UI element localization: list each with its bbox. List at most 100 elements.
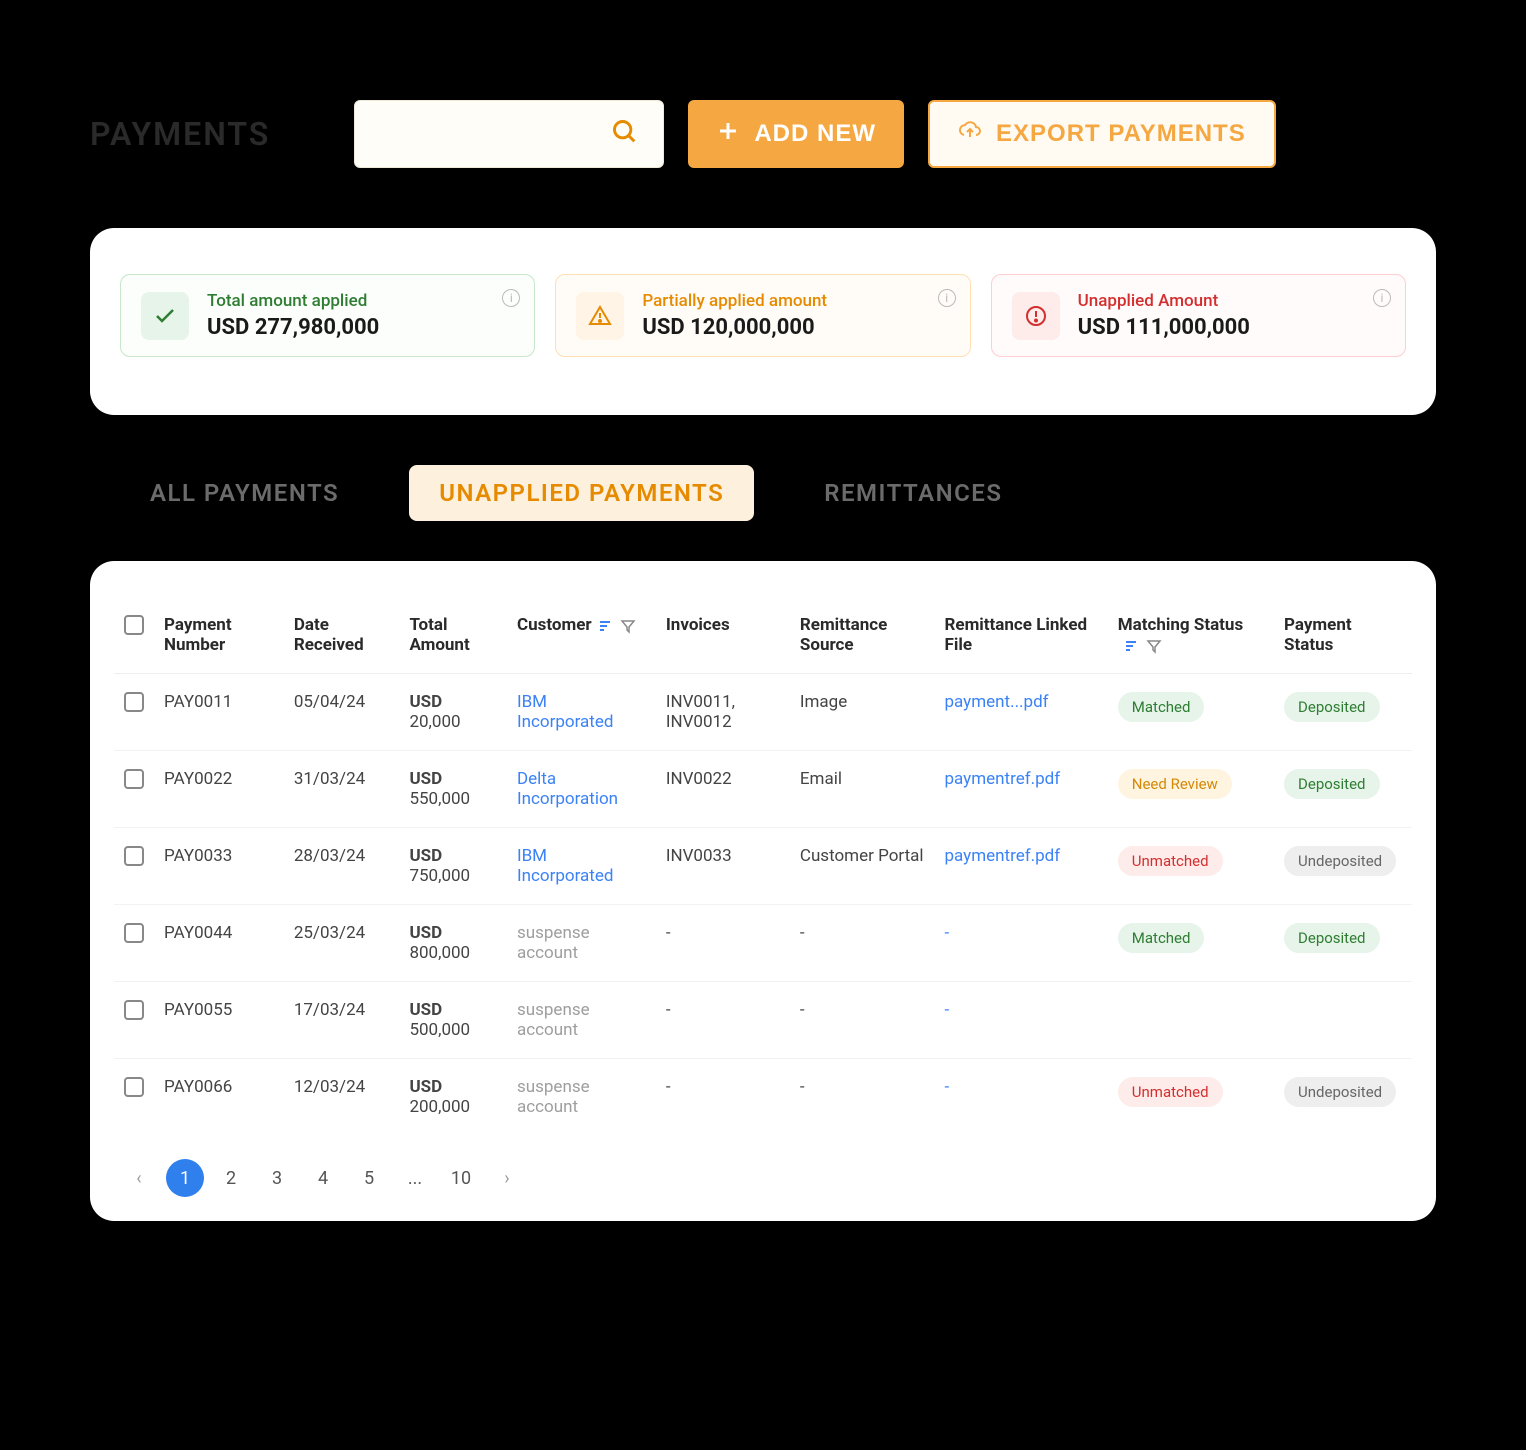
customer-cell[interactable]: Delta Incorporation bbox=[507, 751, 656, 828]
remittance-file[interactable]: - bbox=[935, 982, 1108, 1059]
remittance-source: - bbox=[790, 1059, 935, 1136]
date-received: 05/04/24 bbox=[284, 674, 400, 751]
info-icon[interactable]: i bbox=[502, 289, 520, 307]
column-header[interactable]: Total Amount bbox=[399, 597, 507, 674]
remittance-file[interactable]: - bbox=[935, 905, 1108, 982]
tabs: ALL PAYMENTS UNAPPLIED PAYMENTS REMITTANCE… bbox=[90, 465, 1436, 521]
next-page-button[interactable]: › bbox=[488, 1159, 526, 1197]
stat-label: Partially applied amount bbox=[642, 291, 827, 311]
info-icon[interactable]: i bbox=[938, 289, 956, 307]
remittance-source: - bbox=[790, 905, 935, 982]
payment-status: Undeposited bbox=[1274, 1059, 1412, 1136]
plus-icon bbox=[716, 119, 740, 150]
payment-status: Deposited bbox=[1274, 674, 1412, 751]
table-row: PAY001105/04/24USD 20,000IBM Incorporate… bbox=[114, 674, 1412, 751]
column-header[interactable]: Invoices bbox=[656, 597, 790, 674]
column-header[interactable]: Customer bbox=[507, 597, 656, 674]
page-3[interactable]: 3 bbox=[258, 1159, 296, 1197]
page-2[interactable]: 2 bbox=[212, 1159, 250, 1197]
row-checkbox[interactable] bbox=[124, 846, 144, 866]
customer-cell: suspense account bbox=[507, 1059, 656, 1136]
sort-icon[interactable] bbox=[1124, 638, 1140, 654]
cloud-upload-icon bbox=[958, 119, 982, 150]
column-header[interactable]: Remittance Source bbox=[790, 597, 935, 674]
remittance-source: - bbox=[790, 982, 935, 1059]
info-icon[interactable]: i bbox=[1373, 289, 1391, 307]
remittance-source: Customer Portal bbox=[790, 828, 935, 905]
customer-cell: suspense account bbox=[507, 905, 656, 982]
remittance-source: Image bbox=[790, 674, 935, 751]
chevron-right-icon: › bbox=[504, 1168, 509, 1189]
matching-status bbox=[1108, 982, 1274, 1059]
row-checkbox[interactable] bbox=[124, 692, 144, 712]
table-row: PAY002231/03/24USD 550,000Delta Incorpor… bbox=[114, 751, 1412, 828]
payment-number: PAY0033 bbox=[154, 828, 284, 905]
remittance-file[interactable]: - bbox=[935, 1059, 1108, 1136]
date-received: 12/03/24 bbox=[284, 1059, 400, 1136]
payment-number: PAY0022 bbox=[154, 751, 284, 828]
page-4[interactable]: 4 bbox=[304, 1159, 342, 1197]
matching-status: Unmatched bbox=[1108, 1059, 1274, 1136]
table-row: PAY004425/03/24USD 800,000suspense accou… bbox=[114, 905, 1412, 982]
remittance-file[interactable]: paymentref.pdf bbox=[935, 828, 1108, 905]
column-header[interactable]: Matching Status bbox=[1108, 597, 1274, 674]
payment-status: Deposited bbox=[1274, 905, 1412, 982]
page-ellipsis: ... bbox=[396, 1159, 434, 1197]
filter-icon[interactable] bbox=[1146, 638, 1162, 654]
remittance-file[interactable]: paymentref.pdf bbox=[935, 751, 1108, 828]
customer-cell[interactable]: IBM Incorporated bbox=[507, 828, 656, 905]
column-header[interactable]: Remittance Linked File bbox=[935, 597, 1108, 674]
date-received: 25/03/24 bbox=[284, 905, 400, 982]
row-checkbox[interactable] bbox=[124, 1000, 144, 1020]
stat-card-red: Unapplied AmountUSD 111,000,000i bbox=[991, 274, 1406, 357]
invoices-cell: INV0033 bbox=[656, 828, 790, 905]
tab-remittances[interactable]: REMITTANCES bbox=[794, 465, 1032, 521]
search-input[interactable] bbox=[354, 100, 664, 168]
payment-number: PAY0055 bbox=[154, 982, 284, 1059]
prev-page-button[interactable]: ‹ bbox=[120, 1159, 158, 1197]
customer-cell: suspense account bbox=[507, 982, 656, 1059]
payments-table-panel: Payment NumberDate ReceivedTotal AmountC… bbox=[90, 561, 1436, 1221]
row-checkbox[interactable] bbox=[124, 769, 144, 789]
payment-status bbox=[1274, 982, 1412, 1059]
remittance-source: Email bbox=[790, 751, 935, 828]
column-header[interactable]: Date Received bbox=[284, 597, 400, 674]
add-new-button[interactable]: ADD NEW bbox=[688, 100, 904, 168]
matching-status: Unmatched bbox=[1108, 828, 1274, 905]
chevron-left-icon: ‹ bbox=[136, 1168, 141, 1189]
warning-icon bbox=[576, 292, 624, 340]
table-row: PAY003328/03/24USD 750,000IBM Incorporat… bbox=[114, 828, 1412, 905]
filter-icon[interactable] bbox=[620, 618, 636, 634]
page-10[interactable]: 10 bbox=[442, 1159, 480, 1197]
column-header[interactable]: Payment Number bbox=[154, 597, 284, 674]
customer-cell[interactable]: IBM Incorporated bbox=[507, 674, 656, 751]
sort-icon[interactable] bbox=[598, 618, 614, 634]
row-checkbox[interactable] bbox=[124, 923, 144, 943]
stat-label: Total amount applied bbox=[207, 291, 379, 311]
check-icon bbox=[141, 292, 189, 340]
invoices-cell: INV0022 bbox=[656, 751, 790, 828]
page-5[interactable]: 5 bbox=[350, 1159, 388, 1197]
table-row: PAY005517/03/24USD 500,000suspense accou… bbox=[114, 982, 1412, 1059]
invoices-cell: - bbox=[656, 1059, 790, 1136]
export-payments-button[interactable]: EXPORT PAYMENTS bbox=[928, 100, 1276, 168]
select-all-checkbox[interactable] bbox=[124, 615, 144, 635]
tab-unapplied-payments[interactable]: UNAPPLIED PAYMENTS bbox=[409, 465, 754, 521]
invoices-cell: - bbox=[656, 982, 790, 1059]
date-received: 17/03/24 bbox=[284, 982, 400, 1059]
total-amount: USD 200,000 bbox=[399, 1059, 507, 1136]
stat-card-green: Total amount appliedUSD 277,980,000i bbox=[120, 274, 535, 357]
column-header[interactable]: Payment Status bbox=[1274, 597, 1412, 674]
payment-status: Deposited bbox=[1274, 751, 1412, 828]
export-label: EXPORT PAYMENTS bbox=[996, 120, 1246, 148]
date-received: 28/03/24 bbox=[284, 828, 400, 905]
matching-status: Need Review bbox=[1108, 751, 1274, 828]
remittance-file[interactable]: payment...pdf bbox=[935, 674, 1108, 751]
row-checkbox[interactable] bbox=[124, 1077, 144, 1097]
payment-number: PAY0044 bbox=[154, 905, 284, 982]
payment-number: PAY0011 bbox=[154, 674, 284, 751]
page-1[interactable]: 1 bbox=[166, 1159, 204, 1197]
total-amount: USD 500,000 bbox=[399, 982, 507, 1059]
tab-all-payments[interactable]: ALL PAYMENTS bbox=[120, 465, 369, 521]
matching-status: Matched bbox=[1108, 674, 1274, 751]
